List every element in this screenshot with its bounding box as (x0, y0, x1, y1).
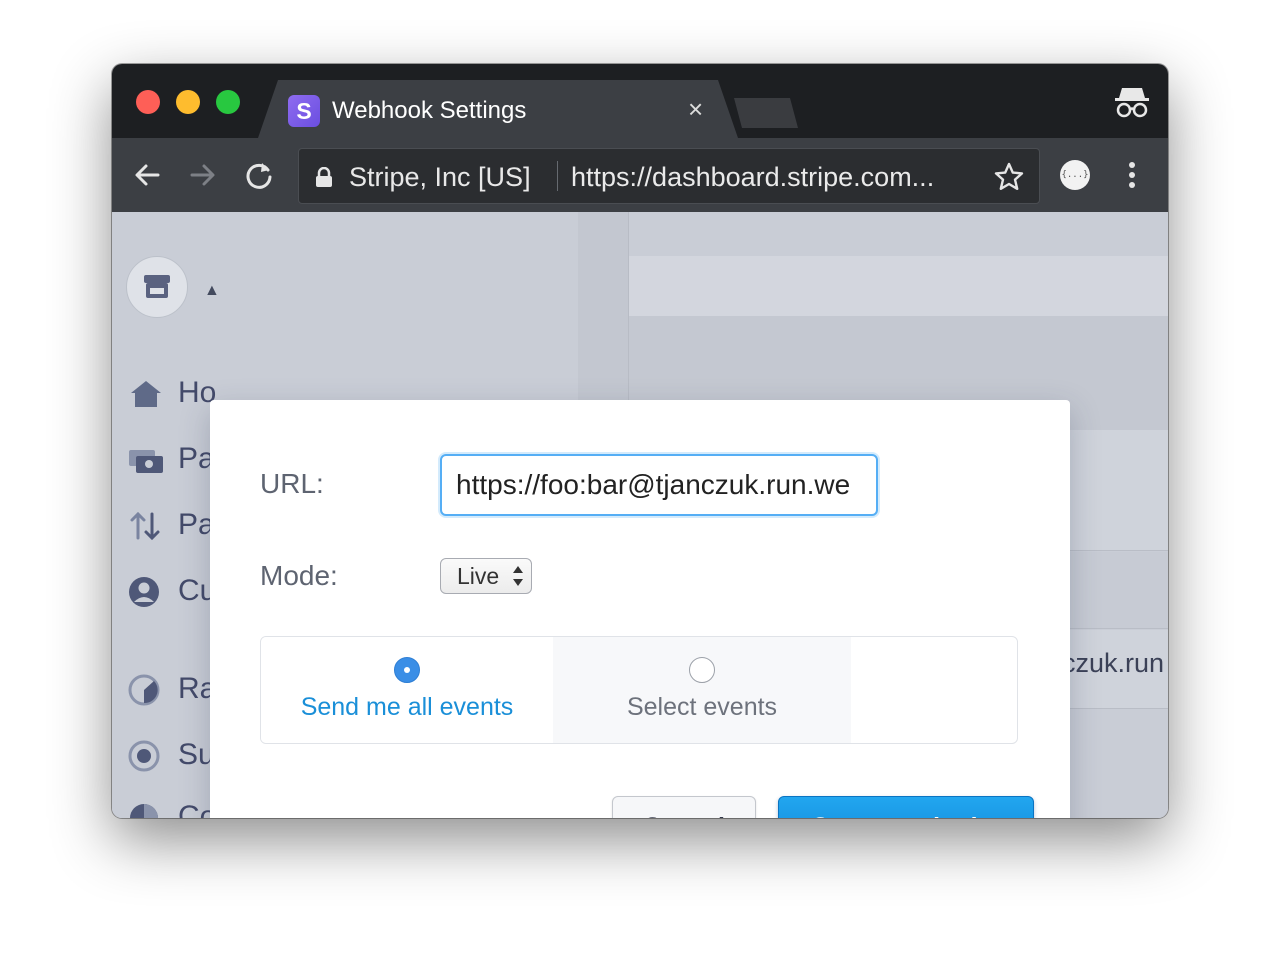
tab-close-button[interactable]: × (688, 94, 703, 124)
site-identity[interactable]: Stripe, Inc [US] (349, 162, 531, 193)
option-label: Select events (626, 693, 778, 721)
url-scheme: https:// (571, 162, 653, 192)
cancel-button[interactable]: Cancel (612, 796, 756, 818)
address-bar[interactable]: Stripe, Inc [US] https://dashboard.strip… (298, 148, 1040, 204)
zoom-window-button[interactable] (216, 90, 240, 114)
background-panel (629, 256, 1168, 317)
browser-toolbar: Stripe, Inc [US] https://dashboard.strip… (112, 138, 1168, 212)
mode-label: Mode: (260, 560, 338, 591)
url-label: URL: (260, 468, 324, 499)
bookmark-star-icon[interactable] (993, 161, 1025, 193)
option-label: Send me all events (300, 693, 514, 721)
incognito-icon (1115, 88, 1149, 118)
tab-strip: S Webhook Settings × (112, 64, 1168, 138)
minimize-window-button[interactable] (176, 90, 200, 114)
radar-icon (128, 674, 160, 706)
connect-icon (130, 804, 158, 818)
tab-title: Webhook Settings (332, 97, 527, 124)
tab-webhook-settings[interactable]: S Webhook Settings × (258, 80, 738, 138)
option-send-all-events[interactable]: Send me all events (261, 637, 554, 743)
store-icon (144, 275, 170, 298)
new-tab-button[interactable] (734, 98, 798, 128)
mode-select[interactable]: Live (440, 558, 532, 594)
mode-select-value: Live (457, 563, 500, 589)
background-endpoint-url: czuk.run (1062, 648, 1165, 678)
back-arrow-icon[interactable] (130, 158, 164, 192)
select-arrows-icon (513, 566, 523, 586)
payments-icon (129, 450, 163, 473)
forward-arrow-icon[interactable] (186, 158, 220, 192)
transfers-icon (130, 511, 160, 541)
option-select-events[interactable]: Select events (553, 637, 851, 743)
url-rest: dashboard.stripe.com... (652, 162, 935, 192)
address-separator (557, 161, 558, 191)
webhook-endpoint-modal: URL: https://foo:bar@tjanczuk.run.we Mod… (210, 400, 1070, 818)
more-menu-icon[interactable] (1122, 158, 1142, 192)
create-endpoint-button[interactable]: Create endpoint (778, 796, 1034, 818)
address-url[interactable]: https://dashboard.stripe.com... (571, 162, 971, 193)
reload-icon[interactable] (242, 158, 276, 192)
customers-icon (129, 577, 159, 607)
event-selection-group: Send me all events Select events (260, 636, 1018, 744)
json-extension-icon[interactable]: {...} (1060, 160, 1090, 190)
url-input-value: https://foo:bar@tjanczuk.run.we (456, 469, 851, 500)
lock-icon[interactable] (315, 167, 333, 187)
browser-window: S Webhook Settings × Stripe, Inc [US] ht… (112, 64, 1168, 818)
close-window-button[interactable] (136, 90, 160, 114)
account-caret-icon[interactable]: ▲ (204, 282, 220, 300)
page-content: ▲ Ho Pa Pa Cu Ra czuk.run URL: https://f… (112, 212, 1168, 818)
subscriptions-icon (128, 740, 160, 772)
stripe-favicon-icon: S (288, 95, 320, 127)
home-icon (131, 381, 161, 407)
radio-select-events[interactable] (689, 657, 715, 683)
radio-send-all-events[interactable] (394, 657, 420, 683)
account-avatar[interactable] (126, 256, 188, 318)
url-input[interactable]: https://foo:bar@tjanczuk.run.we (440, 454, 878, 516)
